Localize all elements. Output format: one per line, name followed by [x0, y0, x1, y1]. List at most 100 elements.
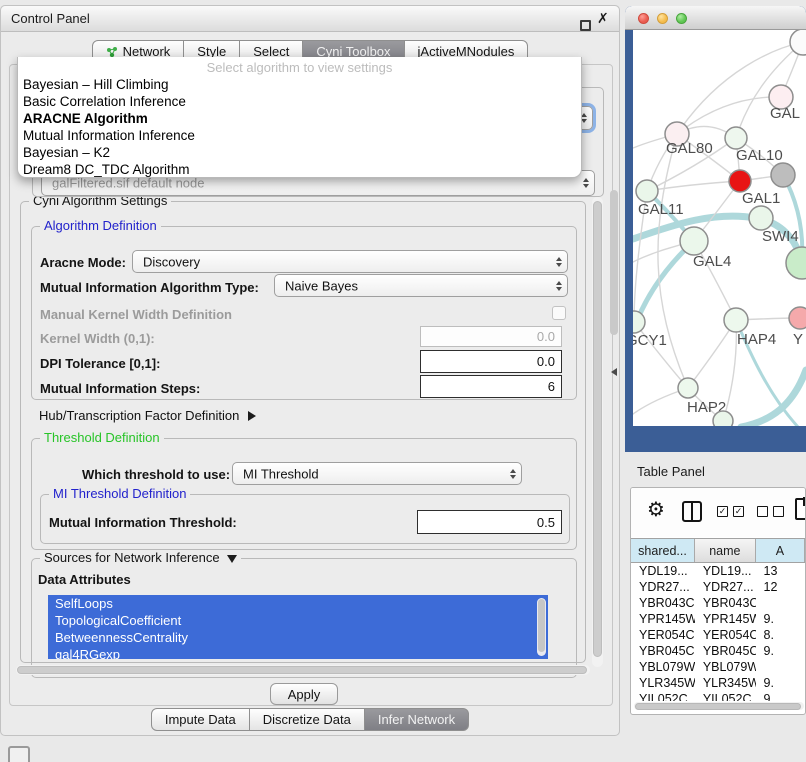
table-cell: YER054C	[631, 627, 695, 643]
attribute-item[interactable]: gal4RGexp	[48, 646, 548, 659]
unchecked-box-icon[interactable]	[773, 506, 784, 517]
table-row[interactable]: YBL079WYBL079W	[631, 659, 805, 675]
bottom-tabs: Impute DataDiscretize DataInfer Network	[1, 708, 619, 731]
network-node-hap2[interactable]	[678, 378, 698, 398]
data-attributes-list: SelfLoopsTopologicalCoefficientBetweenne…	[48, 595, 548, 659]
algorithm-dropdown-popup: Select algorithm to view settings Bayesi…	[17, 57, 582, 178]
table-row[interactable]: YDR27...YDR27...12	[631, 579, 805, 595]
which-threshold-combobox[interactable]: MI Threshold	[232, 462, 522, 485]
attribute-item[interactable]: SelfLoops	[48, 595, 548, 612]
apply-button[interactable]: Apply	[270, 683, 338, 705]
network-node-hap4[interactable]	[724, 308, 748, 332]
table-cell: 9.	[756, 691, 805, 701]
collapse-splitter-icon[interactable]	[611, 368, 617, 376]
network-node[interactable]	[786, 247, 806, 279]
hub-section-toggle[interactable]: Hub/Transcription Factor Definition	[39, 408, 256, 423]
network-node-gal4[interactable]	[680, 227, 708, 255]
checked-box-icon[interactable]: ✓	[733, 506, 744, 517]
table-cell: YIL052C	[631, 691, 695, 701]
panel-scrollbar-thumb[interactable]	[610, 190, 618, 335]
combo-spinner-icon	[556, 281, 562, 291]
scrollbar-thumb[interactable]	[635, 703, 801, 710]
network-edge[interactable]	[741, 370, 806, 426]
manual-kernel-label: Manual Kernel Width Definition	[40, 307, 232, 322]
node-label: GAL	[770, 105, 800, 122]
dropdown-item[interactable]: Mutual Information Inference	[18, 127, 581, 144]
node-label: SWI4	[762, 228, 799, 245]
column-header[interactable]: shared...	[631, 539, 695, 562]
network-node-y[interactable]	[789, 307, 806, 329]
network-node-gal11[interactable]	[636, 180, 658, 202]
network-edge[interactable]	[647, 181, 740, 191]
gear-icon[interactable]: ⚙	[647, 497, 665, 521]
network-edge[interactable]	[736, 42, 803, 138]
table-row[interactable]: YER054CYER054C8.	[631, 627, 805, 643]
node-label: GCY1	[633, 332, 667, 349]
which-threshold-value: MI Threshold	[243, 466, 319, 481]
threshold-definition-legend: Threshold Definition	[40, 430, 164, 445]
mi-steps-field[interactable]	[420, 375, 562, 398]
network-node-gal1[interactable]	[729, 170, 751, 192]
mi-type-combobox[interactable]: Naive Bayes	[274, 274, 568, 297]
column-header[interactable]: A	[756, 539, 805, 562]
dropdown-item[interactable]: Bayesian – K2	[18, 144, 581, 161]
table-row[interactable]: YBR043CYBR043C	[631, 595, 805, 611]
close-window-icon[interactable]	[638, 13, 649, 24]
sources-legend: Sources for Network Inference	[40, 550, 241, 565]
hub-section-label: Hub/Transcription Factor Definition	[39, 408, 239, 423]
dropdown-item[interactable]: ARACNE Algorithm	[18, 110, 581, 127]
minimize-window-icon[interactable]	[657, 13, 668, 24]
network-canvas[interactable]: GALGAL80GAL10GAL1GAL11SWI4GAL4GCY1HAP4YH…	[633, 30, 806, 426]
dpi-tolerance-field[interactable]	[420, 350, 562, 373]
attribute-item[interactable]: TopologicalCoefficient	[48, 612, 548, 629]
column-header[interactable]: name	[695, 539, 756, 562]
network-window-titlebar	[625, 6, 806, 30]
settings-horizontal-scrollbar[interactable]	[16, 665, 590, 675]
checked-box-icon[interactable]: ✓	[717, 506, 728, 517]
settings-vertical-scrollbar[interactable]	[592, 197, 603, 667]
dropdown-item[interactable]: Dream8 DC_TDC Algorithm	[18, 161, 581, 178]
columns-icon[interactable]	[682, 501, 702, 522]
tab-impute-data[interactable]: Impute Data	[151, 708, 250, 731]
unchecked-box-icon[interactable]	[757, 506, 768, 517]
scrollbar-thumb[interactable]	[593, 201, 602, 657]
network-node-gal10[interactable]	[725, 127, 747, 149]
table-row[interactable]: YBR045CYBR045C9.	[631, 643, 805, 659]
network-node[interactable]	[713, 411, 733, 426]
table-row[interactable]: YIL052CYIL052C9.	[631, 691, 805, 701]
table-row[interactable]: YDL19...YDL19...13	[631, 563, 805, 579]
aracne-mode-combobox[interactable]: Discovery	[132, 250, 568, 273]
file-icon[interactable]	[795, 498, 806, 520]
grid-corner-icon[interactable]	[8, 746, 30, 762]
table-cell: 8.	[756, 627, 805, 643]
table-cell: 9.	[756, 643, 805, 659]
table-cell: YIL052C	[695, 691, 756, 701]
network-node-gcy1[interactable]	[633, 311, 645, 333]
mi-threshold-definition-group: MI Threshold Definition Mutual Informati…	[40, 494, 570, 544]
expand-right-icon	[248, 411, 256, 421]
tab-discretize-data[interactable]: Discretize Data	[250, 708, 365, 731]
manual-kernel-checkbox[interactable]	[552, 306, 566, 320]
tab-infer-network[interactable]: Infer Network	[365, 708, 469, 731]
attribute-item[interactable]: BetweennessCentrality	[48, 629, 548, 646]
table-row[interactable]: YPR145WYPR145W9.	[631, 611, 805, 627]
table-cell: YER054C	[695, 627, 756, 643]
network-node-swi4[interactable]	[749, 206, 773, 230]
dropdown-item[interactable]: Basic Correlation Inference	[18, 93, 581, 110]
list-scrollbar[interactable]	[537, 598, 546, 656]
close-panel-icon[interactable]: ✗	[597, 10, 609, 27]
table-row[interactable]: YLR345WYLR345W9.	[631, 675, 805, 691]
float-panel-icon[interactable]	[580, 20, 591, 31]
table-horizontal-scrollbar[interactable]	[634, 702, 804, 710]
aracne-mode-value: Discovery	[143, 254, 200, 269]
dropdown-item[interactable]: Bayesian – Hill Climbing	[18, 76, 581, 93]
scrollbar-thumb[interactable]	[17, 666, 587, 674]
mi-threshold-field[interactable]	[417, 510, 562, 534]
table-cell: YLR345W	[695, 675, 756, 691]
network-node[interactable]	[771, 163, 795, 187]
dropdown-prompt: Select algorithm to view settings	[18, 59, 581, 76]
table-cell: YBL079W	[695, 659, 756, 675]
kernel-width-field[interactable]	[420, 326, 562, 347]
algorithm-definition-group: Algorithm Definition Aracne Mode: Discov…	[31, 226, 577, 400]
zoom-window-icon[interactable]	[676, 13, 687, 24]
